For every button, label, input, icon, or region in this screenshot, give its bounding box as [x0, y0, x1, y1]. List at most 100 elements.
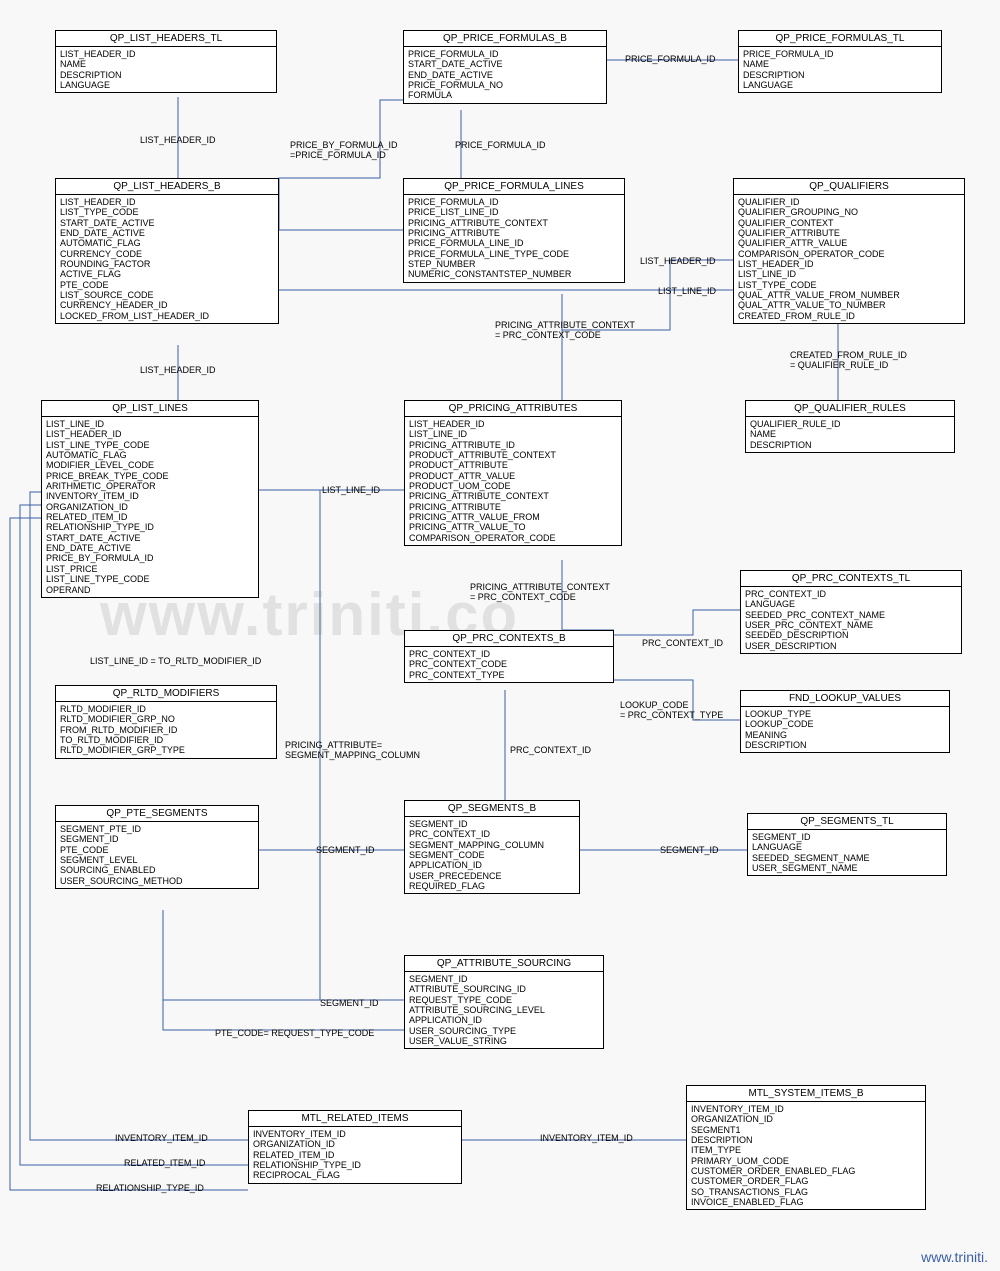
field: NUMERIC_CONSTANTSTEP_NUMBER — [408, 269, 620, 279]
field: RLTD_MODIFIER_GRP_NO — [60, 714, 272, 724]
rel-inventory-item-id-1: INVENTORY_ITEM_ID — [115, 1133, 208, 1143]
entity-title: QP_PRC_CONTEXTS_B — [405, 631, 613, 647]
field: PRICING_ATTRIBUTE_CONTEXT — [408, 218, 620, 228]
field: QUALIFIER_ATTRIBUTE — [738, 228, 960, 238]
field: PTE_CODE — [60, 280, 274, 290]
field: SOURCING_ENABLED — [60, 865, 254, 875]
field: QUALIFIER_ID — [738, 197, 960, 207]
field: LANGUAGE — [752, 842, 942, 852]
field: USER_PRECEDENCE — [409, 871, 575, 881]
rel-price-formula-id-2: PRICE_FORMULA_ID — [455, 140, 546, 150]
field: ORGANIZATION_ID — [46, 502, 254, 512]
entity-title: QP_LIST_HEADERS_TL — [56, 31, 276, 47]
rel-pricing-attr-ctx-2: PRICING_ATTRIBUTE_CONTEXT = PRC_CONTEXT_… — [470, 582, 610, 602]
entity-body: LIST_HEADER_IDLIST_LINE_IDPRICING_ATTRIB… — [405, 417, 621, 545]
rel-segment-id-2: SEGMENT_ID — [660, 845, 719, 855]
field: LIST_HEADER_ID — [60, 49, 272, 59]
entity-mtl-system-items-b: MTL_SYSTEM_ITEMS_B INVENTORY_ITEM_IDORGA… — [686, 1085, 926, 1210]
entity-body: RLTD_MODIFIER_IDRLTD_MODIFIER_GRP_NOFROM… — [56, 702, 276, 758]
field: LIST_PRICE — [46, 564, 254, 574]
entity-title: QP_QUALIFIERS — [734, 179, 964, 195]
entity-body: SEGMENT_IDATTRIBUTE_SOURCING_IDREQUEST_T… — [405, 972, 603, 1048]
rel-list-line-id-2: LIST_LINE_ID — [322, 485, 380, 495]
field: LANGUAGE — [60, 80, 272, 90]
field: QUALIFIER_GROUPING_NO — [738, 207, 960, 217]
entity-body: PRICE_FORMULA_IDPRICE_LIST_LINE_IDPRICIN… — [404, 195, 624, 282]
entity-qp-price-formulas-b: QP_PRICE_FORMULAS_B PRICE_FORMULA_IDSTAR… — [403, 30, 607, 104]
field: RLTD_MODIFIER_GRP_TYPE — [60, 745, 272, 755]
entity-title: QP_PTE_SEGMENTS — [56, 806, 258, 822]
rel-created-from-rule: CREATED_FROM_RULE_ID = QUALIFIER_RULE_ID — [790, 350, 907, 370]
field: RELATIONSHIP_TYPE_ID — [46, 522, 254, 532]
field: PRICING_ATTRIBUTE_ID — [409, 440, 617, 450]
field: QUALIFIER_RULE_ID — [750, 419, 950, 429]
field: START_DATE_ACTIVE — [408, 59, 602, 69]
rel-pricing-attr-ctx-1: PRICING_ATTRIBUTE_CONTEXT = PRC_CONTEXT_… — [495, 320, 635, 340]
field: COMPARISON_OPERATOR_CODE — [738, 249, 960, 259]
field: PRICE_BREAK_TYPE_CODE — [46, 471, 254, 481]
field: SEGMENT1 — [691, 1125, 921, 1135]
field: QUAL_ATTR_VALUE_TO_NUMBER — [738, 300, 960, 310]
field: PRICE_FORMULA_NO — [408, 80, 602, 90]
field: CUSTOMER_ORDER_FLAG — [691, 1176, 921, 1186]
field: PRODUCT_UOM_CODE — [409, 481, 617, 491]
field: PRICE_FORMULA_ID — [408, 197, 620, 207]
entity-qp-pte-segments: QP_PTE_SEGMENTS SEGMENT_PTE_IDSEGMENT_ID… — [55, 805, 259, 889]
field: LIST_LINE_TYPE_CODE — [46, 440, 254, 450]
field: SEEDED_SEGMENT_NAME — [752, 853, 942, 863]
field: LIST_HEADER_ID — [738, 259, 960, 269]
field: DESCRIPTION — [691, 1135, 921, 1145]
field: NAME — [743, 59, 937, 69]
field: PRICING_ATTRIBUTE — [408, 228, 620, 238]
rel-segment-id-1: SEGMENT_ID — [316, 845, 375, 855]
rel-list-line-id-to: LIST_LINE_ID = TO_RLTD_MODIFIER_ID — [90, 656, 261, 666]
field: ACTIVE_FLAG — [60, 269, 274, 279]
rel-list-line-id-1: LIST_LINE_ID — [658, 286, 716, 296]
field: SEEDED_PRC_CONTEXT_NAME — [745, 610, 957, 620]
field: END_DATE_ACTIVE — [60, 228, 274, 238]
field: ITEM_TYPE — [691, 1145, 921, 1155]
entity-body: QUALIFIER_RULE_IDNAMEDESCRIPTION — [746, 417, 954, 452]
field: AUTOMATIC_FLAG — [46, 450, 254, 460]
entity-title: MTL_RELATED_ITEMS — [249, 1111, 461, 1127]
entity-title: MTL_SYSTEM_ITEMS_B — [687, 1086, 925, 1102]
field: CREATED_FROM_RULE_ID — [738, 311, 960, 321]
field: SEEDED_DESCRIPTION — [745, 630, 957, 640]
rel-segment-id-3: SEGMENT_ID — [320, 998, 379, 1008]
entity-body: PRC_CONTEXT_IDPRC_CONTEXT_CODEPRC_CONTEX… — [405, 647, 613, 682]
field: DESCRIPTION — [743, 70, 937, 80]
entity-mtl-related-items: MTL_RELATED_ITEMS INVENTORY_ITEM_IDORGAN… — [248, 1110, 462, 1184]
rel-pte-code: PTE_CODE= REQUEST_TYPE_CODE — [215, 1028, 374, 1038]
field: APPLICATION_ID — [409, 1015, 599, 1025]
field: LIST_TYPE_CODE — [738, 280, 960, 290]
entity-qp-segments-tl: QP_SEGMENTS_TL SEGMENT_IDLANGUAGESEEDED_… — [747, 813, 947, 876]
entity-qp-attribute-sourcing: QP_ATTRIBUTE_SOURCING SEGMENT_IDATTRIBUT… — [404, 955, 604, 1049]
field: INVENTORY_ITEM_ID — [253, 1129, 457, 1139]
rel-prc-context-id-2: PRC_CONTEXT_ID — [510, 745, 591, 755]
entity-body: INVENTORY_ITEM_IDORGANIZATION_IDRELATED_… — [249, 1127, 461, 1183]
entity-title: QP_PRICE_FORMULAS_B — [404, 31, 606, 47]
field: PRC_CONTEXT_CODE — [409, 659, 609, 669]
field: PRC_CONTEXT_TYPE — [409, 670, 609, 680]
entity-title: QP_ATTRIBUTE_SOURCING — [405, 956, 603, 972]
field: QUALIFIER_ATTR_VALUE — [738, 238, 960, 248]
field: CURRENCY_HEADER_ID — [60, 300, 274, 310]
entity-qp-segments-b: QP_SEGMENTS_B SEGMENT_IDPRC_CONTEXT_IDSE… — [404, 800, 580, 894]
field: FORMULA — [408, 90, 602, 100]
field: PTE_CODE — [60, 845, 254, 855]
field: PRICE_FORMULA_ID — [408, 49, 602, 59]
field: USER_SOURCING_TYPE — [409, 1026, 599, 1036]
field: ORGANIZATION_ID — [253, 1139, 457, 1149]
entity-body: PRC_CONTEXT_IDLANGUAGESEEDED_PRC_CONTEXT… — [741, 587, 961, 653]
entity-body: SEGMENT_IDLANGUAGESEEDED_SEGMENT_NAMEUSE… — [748, 830, 946, 875]
field: AUTOMATIC_FLAG — [60, 238, 274, 248]
entity-title: QP_PRICE_FORMULAS_TL — [739, 31, 941, 47]
field: PRICE_FORMULA_LINE_TYPE_CODE — [408, 249, 620, 259]
field: COMPARISON_OPERATOR_CODE — [409, 533, 617, 543]
entity-qp-qualifiers: QP_QUALIFIERS QUALIFIER_IDQUALIFIER_GROU… — [733, 178, 965, 324]
field: LANGUAGE — [743, 80, 937, 90]
field: NAME — [750, 429, 950, 439]
entity-body: LIST_HEADER_IDLIST_TYPE_CODESTART_DATE_A… — [56, 195, 278, 323]
footer-watermark: www.triniti. — [921, 1249, 988, 1265]
entity-title: QP_LIST_LINES — [42, 401, 258, 417]
